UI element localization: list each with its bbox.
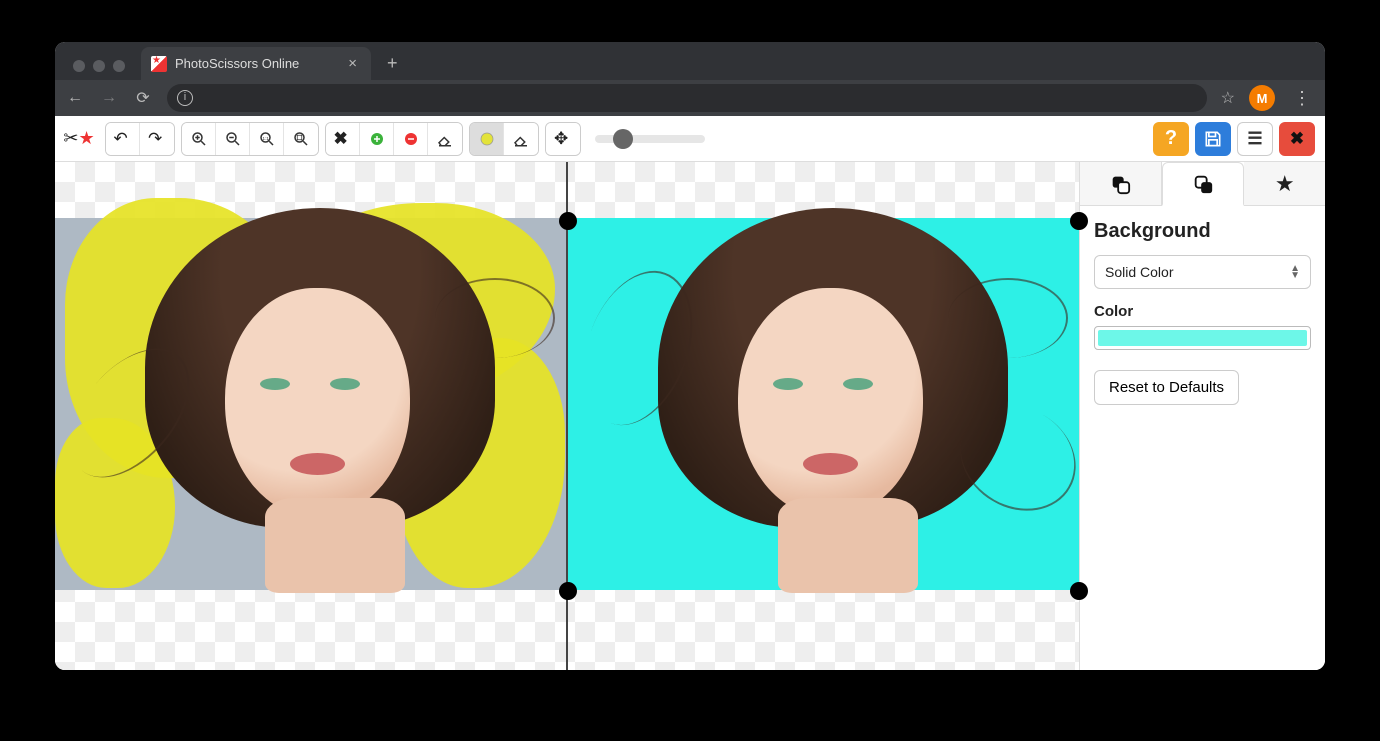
zoom-out-button[interactable]	[216, 123, 250, 155]
background-mode-select[interactable]: Solid Color ▲▼	[1094, 255, 1311, 289]
plus-circle-icon	[368, 130, 386, 148]
mark-background-button[interactable]	[394, 123, 428, 155]
eraser-button[interactable]	[428, 123, 462, 155]
svg-text:1:1: 1:1	[262, 135, 269, 140]
redo-button[interactable]: ↷	[140, 123, 174, 155]
crop-handle-tl[interactable]	[559, 212, 577, 230]
slider-knob[interactable]	[613, 129, 633, 149]
color-swatch-fill	[1098, 330, 1307, 346]
traffic-max-icon[interactable]	[113, 60, 125, 72]
erase-hair-button[interactable]	[504, 123, 538, 155]
redo-icon: ↷	[148, 130, 166, 148]
hair-marker-icon	[478, 130, 496, 148]
foreground-icon	[1109, 173, 1131, 195]
clear-marks-button[interactable]: ✖	[326, 123, 360, 155]
select-value: Solid Color	[1105, 264, 1173, 280]
brush-size-slider[interactable]	[595, 135, 705, 143]
zoom-out-icon	[224, 130, 242, 148]
photoscissors-app: ✂★ ↶ ↷ 1:1 ✖	[55, 116, 1325, 670]
zoom-fit-icon	[292, 130, 310, 148]
canvas-area	[55, 162, 1079, 670]
move-icon: ✥	[554, 130, 572, 148]
panel-title: Background	[1094, 220, 1311, 243]
browser-tab[interactable]: PhotoScissors Online ×	[141, 47, 371, 80]
close-button[interactable]: ✖	[1279, 122, 1315, 156]
traffic-close-icon[interactable]	[73, 60, 85, 72]
close-icon: ✖	[1290, 130, 1304, 147]
hair-group	[469, 122, 539, 156]
tab-background[interactable]	[1162, 162, 1245, 206]
crop-handle-br[interactable]	[1070, 582, 1088, 600]
nav-reload-icon[interactable]: ⟳	[133, 88, 153, 108]
nav-forward-icon[interactable]: →	[99, 89, 119, 107]
app-toolbar: ✂★ ↶ ↷ 1:1 ✖	[55, 116, 1325, 162]
select-arrows-icon: ▲▼	[1290, 266, 1300, 279]
browser-menu-icon[interactable]: ⋮	[1289, 88, 1315, 109]
sidebar-tabs: ★	[1080, 162, 1325, 206]
result-image[interactable]	[568, 218, 1079, 590]
zoom-11-icon: 1:1	[258, 130, 276, 148]
nav-back-icon[interactable]: ←	[65, 89, 85, 107]
zoom-actual-button[interactable]: 1:1	[250, 123, 284, 155]
tab-close-icon[interactable]: ×	[344, 55, 361, 72]
save-button[interactable]	[1195, 122, 1231, 156]
tab-favorites[interactable]: ★	[1244, 162, 1325, 205]
result-pane[interactable]	[568, 162, 1079, 670]
background-panel: Background Solid Color ▲▼ Color Reset to…	[1080, 206, 1325, 419]
zoom-fit-button[interactable]	[284, 123, 318, 155]
sidebar: ★ Background Solid Color ▲▼ Color Reset …	[1079, 162, 1325, 670]
eraser-icon	[436, 130, 454, 148]
move-group: ✥	[545, 122, 581, 156]
crop-handle-tr[interactable]	[1070, 212, 1088, 230]
reset-defaults-button[interactable]: Reset to Defaults	[1094, 370, 1239, 405]
window-controls[interactable]	[67, 60, 135, 80]
help-button[interactable]: ?	[1153, 122, 1189, 156]
tab-title: PhotoScissors Online	[175, 56, 336, 71]
star-icon: ★	[1275, 171, 1295, 197]
mark-hair-button[interactable]	[470, 123, 504, 155]
clear-icon: ✖	[334, 130, 352, 148]
site-info-icon[interactable]: i	[177, 90, 193, 106]
minus-circle-icon	[402, 130, 420, 148]
marker-group: ✖	[325, 122, 463, 156]
source-pane[interactable]	[55, 162, 568, 670]
zoom-in-icon	[190, 130, 208, 148]
save-icon	[1203, 129, 1223, 149]
address-field[interactable]: i	[167, 84, 1207, 112]
bookmark-star-icon[interactable]: ☆	[1221, 88, 1235, 108]
zoom-group: 1:1	[181, 122, 319, 156]
undo-icon: ↶	[114, 130, 132, 148]
browser-addressbar: ← → ⟳ i ☆ M ⋮	[55, 80, 1325, 116]
profile-avatar[interactable]: M	[1249, 85, 1275, 111]
hamburger-icon: ☰	[1247, 130, 1262, 147]
zoom-in-button[interactable]	[182, 123, 216, 155]
app-logo-icon: ✂★	[65, 125, 93, 153]
color-label: Color	[1094, 303, 1311, 320]
browser-tabbar: PhotoScissors Online × +	[55, 42, 1325, 80]
crop-handle-bl[interactable]	[559, 582, 577, 600]
undo-redo-group: ↶ ↷	[105, 122, 175, 156]
workspace: ★ Background Solid Color ▲▼ Color Reset …	[55, 162, 1325, 670]
tab-foreground[interactable]	[1080, 162, 1162, 205]
mark-foreground-button[interactable]	[360, 123, 394, 155]
app-menu-button[interactable]: ☰	[1237, 122, 1273, 156]
eraser2-icon	[512, 130, 530, 148]
color-swatch[interactable]	[1094, 326, 1311, 350]
undo-button[interactable]: ↶	[106, 123, 140, 155]
background-icon	[1192, 173, 1214, 195]
new-tab-button[interactable]: +	[377, 53, 408, 80]
pan-button[interactable]: ✥	[546, 123, 580, 155]
browser-window: PhotoScissors Online × + ← → ⟳ i ☆ M ⋮ ✂…	[55, 42, 1325, 670]
favicon-icon	[151, 56, 167, 72]
source-image[interactable]	[55, 218, 566, 590]
traffic-min-icon[interactable]	[93, 60, 105, 72]
help-icon: ?	[1165, 127, 1177, 150]
